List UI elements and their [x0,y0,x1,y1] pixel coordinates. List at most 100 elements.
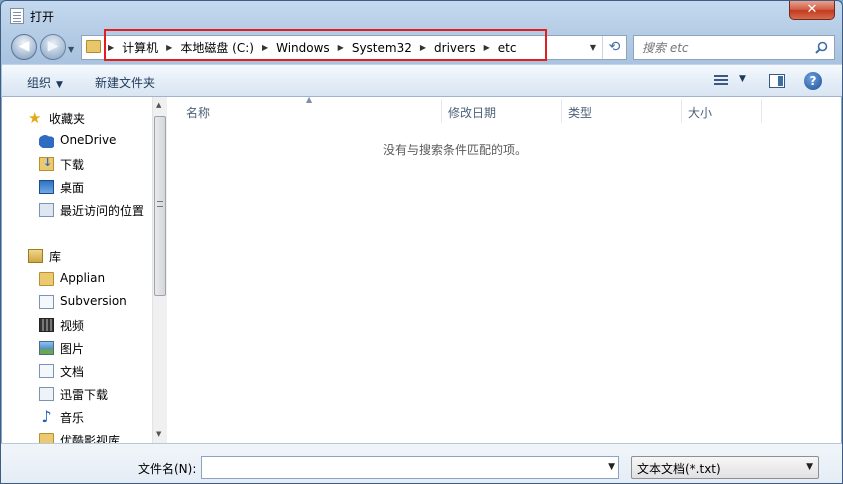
sidebar-item-label: 视频 [60,319,85,333]
scroll-down-icon[interactable]: ▼ [156,430,161,438]
filename-label: 文件名(N): [138,462,197,476]
title-bar: 打开 ✕ [1,1,842,31]
scrollbar-thumb[interactable] [154,116,166,296]
breadcrumb-separator-icon[interactable]: ▶ [338,43,344,52]
sidebar-item-documents[interactable]: 文档 [2,360,152,382]
sidebar-item-label: 迅雷下载 [60,388,109,402]
frame-border [1,97,2,443]
dialog-footer: 文件名(N): ▼ 文本文档(*.txt) ▼ [1,443,842,483]
sidebar-item-libraries[interactable]: 库 [2,245,152,267]
pictures-icon [39,341,54,355]
sidebar-item-downloads[interactable]: 下载 [2,153,152,175]
chevron-down-icon[interactable]: ▼ [608,462,615,472]
documents-icon [39,364,54,378]
preview-pane-icon[interactable] [769,74,785,88]
search-input[interactable] [642,40,812,56]
sidebar-item-label: 收藏夹 [49,112,86,126]
document-library-icon [39,295,54,309]
folder-icon [39,272,54,286]
sidebar-item-label: OneDrive [60,133,117,147]
sidebar-item-videos[interactable]: 视频 [2,314,152,336]
refresh-icon[interactable]: ⟲ [602,36,626,59]
column-header-name[interactable]: ▲ 名称 [168,95,442,123]
sidebar-item-music[interactable]: ♪ 音乐 [2,406,152,428]
breadcrumb: ▶ 计算机 ▶ 本地磁盘 (C:) ▶ Windows ▶ System32 ▶… [104,36,516,59]
recent-places-icon [39,203,54,217]
search-box[interactable] [633,35,835,60]
breadcrumb-separator-icon[interactable]: ▶ [262,43,268,52]
library-icon [28,249,43,263]
column-header-row: ▲ 名称 修改日期 类型 大小 [168,95,762,123]
breadcrumb-separator-icon[interactable]: ▶ [484,43,490,52]
sidebar-item-applian[interactable]: Applian [2,268,152,290]
view-list-icon [714,75,728,87]
sidebar-item-subversion[interactable]: Subversion [2,291,152,313]
music-note-icon: ♪ [41,407,52,426]
sidebar-item-label: 图片 [60,342,85,356]
change-view-button[interactable]: ▼ [714,73,754,91]
sidebar-item-recent-places[interactable]: 最近访问的位置 [2,199,152,221]
sidebar-item-onedrive[interactable]: OneDrive [2,130,152,152]
sidebar-item-thunder-downloads[interactable]: 迅雷下载 [2,383,152,405]
close-button[interactable]: ✕ [789,1,835,20]
recent-pages-dropdown[interactable]: ▼ [68,45,74,54]
sidebar-item-label: Applian [60,271,106,285]
breadcrumb-separator-icon[interactable]: ▶ [166,43,172,52]
content-area: ★ 收藏夹 OneDrive 下载 桌面 最近访问的位置 库 [2,95,842,443]
open-file-dialog: 打开 ✕ ◀ ▶ ▼ ▶ 计算机 ▶ 本地磁盘 (C:) ▶ Windows ▶… [0,0,843,484]
new-folder-button[interactable]: 新建文件夹 [95,74,155,91]
breadcrumb-local-disk[interactable]: 本地磁盘 (C:) [180,39,254,56]
sidebar-item-youku-library[interactable]: 优酷影视库 [2,429,152,443]
sort-ascending-icon: ▲ [306,95,313,104]
window-title: 打开 [30,10,55,24]
empty-folder-message: 没有与搜索条件匹配的项。 [382,143,527,157]
sidebar-item-favorites[interactable]: ★ 收藏夹 [2,107,152,129]
frame-border [841,97,842,443]
breadcrumb-computer[interactable]: 计算机 [122,39,158,56]
sidebar-item-label: 下载 [60,158,85,172]
breadcrumb-drivers[interactable]: drivers [434,41,476,55]
sidebar-item-label: 最近访问的位置 [60,204,145,218]
help-icon[interactable]: ? [804,72,822,90]
sidebar-item-label: 优酷影视库 [60,434,121,443]
navigation-bar: ◀ ▶ ▼ ▶ 计算机 ▶ 本地磁盘 (C:) ▶ Windows ▶ Syst… [1,32,842,62]
breadcrumb-etc[interactable]: etc [498,41,517,55]
column-header-size[interactable]: 大小 [682,99,762,123]
star-icon: ★ [28,109,42,127]
breadcrumb-system32[interactable]: System32 [352,41,412,55]
grip-icon [157,201,163,207]
desktop-icon [39,180,54,194]
file-list-pane[interactable]: ▲ 名称 修改日期 类型 大小 没有与搜索条件匹配的项。 [168,95,842,443]
navigation-pane: ★ 收藏夹 OneDrive 下载 桌面 最近访问的位置 库 [2,97,152,443]
breadcrumb-separator-icon[interactable]: ▶ [420,43,426,52]
column-header-date-modified[interactable]: 修改日期 [442,99,562,123]
filename-combobox[interactable]: ▼ [201,456,619,479]
forward-button[interactable]: ▶ [40,34,66,60]
filetype-selected-value: 文本文档(*.txt) [637,462,721,476]
sidebar-item-label: 桌面 [60,181,85,195]
filetype-select[interactable]: 文本文档(*.txt) ▼ [631,456,819,479]
column-header-label: 名称 [186,106,211,120]
cloud-icon [39,134,54,148]
back-button[interactable]: ◀ [11,34,37,60]
navigation-scrollbar[interactable]: ▲ ▼ [152,97,167,443]
organize-button[interactable]: 组织 ▼ [27,74,63,91]
scroll-up-icon[interactable]: ▲ [156,101,161,109]
search-icon[interactable] [815,41,828,54]
sidebar-item-pictures[interactable]: 图片 [2,337,152,359]
chevron-down-icon: ▼ [739,74,746,84]
address-history-dropdown[interactable]: ▼ [586,36,600,59]
command-toolbar: 组织 ▼ 新建文件夹 ▼ ? [2,64,842,97]
address-bar[interactable]: ▶ 计算机 ▶ 本地磁盘 (C:) ▶ Windows ▶ System32 ▶… [81,35,627,60]
video-icon [39,318,54,332]
chevron-down-icon: ▼ [56,80,63,90]
notepad-icon [10,8,24,24]
column-header-type[interactable]: 类型 [562,99,682,123]
sidebar-item-label: 音乐 [60,411,85,425]
thunder-download-icon [39,387,54,401]
filename-input[interactable] [205,460,595,475]
folder-icon [39,433,54,443]
breadcrumb-separator-icon[interactable]: ▶ [108,43,114,52]
breadcrumb-windows[interactable]: Windows [276,41,330,55]
sidebar-item-desktop[interactable]: 桌面 [2,176,152,198]
